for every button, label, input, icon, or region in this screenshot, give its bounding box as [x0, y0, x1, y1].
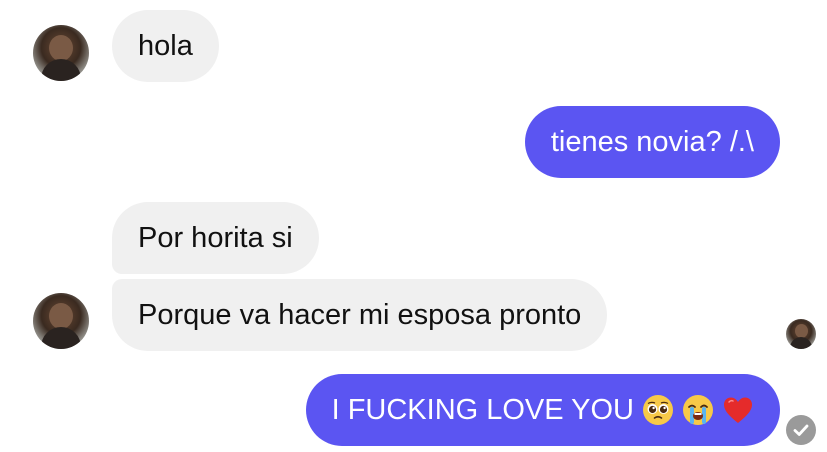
check-circle-icon: [786, 415, 816, 445]
loudly-crying-face-icon: [683, 395, 713, 425]
incoming-message-bubble[interactable]: Por horita si: [112, 202, 319, 274]
message-text: I FUCKING LOVE YOU: [331, 393, 634, 426]
incoming-message-bubble[interactable]: Porque va hacer mi esposa pronto: [112, 279, 608, 351]
outgoing-message-bubble[interactable]: tienes novia? /.\: [524, 106, 780, 178]
message-text: Porque va hacer mi esposa pronto: [138, 298, 582, 331]
message-text: tienes novia? /.\: [550, 125, 754, 158]
red-heart-icon: [724, 397, 752, 423]
message-text: hola: [138, 29, 193, 62]
contact-avatar[interactable]: [33, 293, 89, 349]
outgoing-message-bubble[interactable]: I FUCKING LOVE YOU: [305, 374, 780, 446]
read-receipt-avatar: [786, 319, 816, 349]
contact-avatar[interactable]: [33, 25, 89, 81]
pleading-face-icon: [643, 395, 673, 425]
incoming-message-bubble[interactable]: hola: [112, 10, 219, 82]
message-text: Por horita si: [138, 221, 293, 254]
